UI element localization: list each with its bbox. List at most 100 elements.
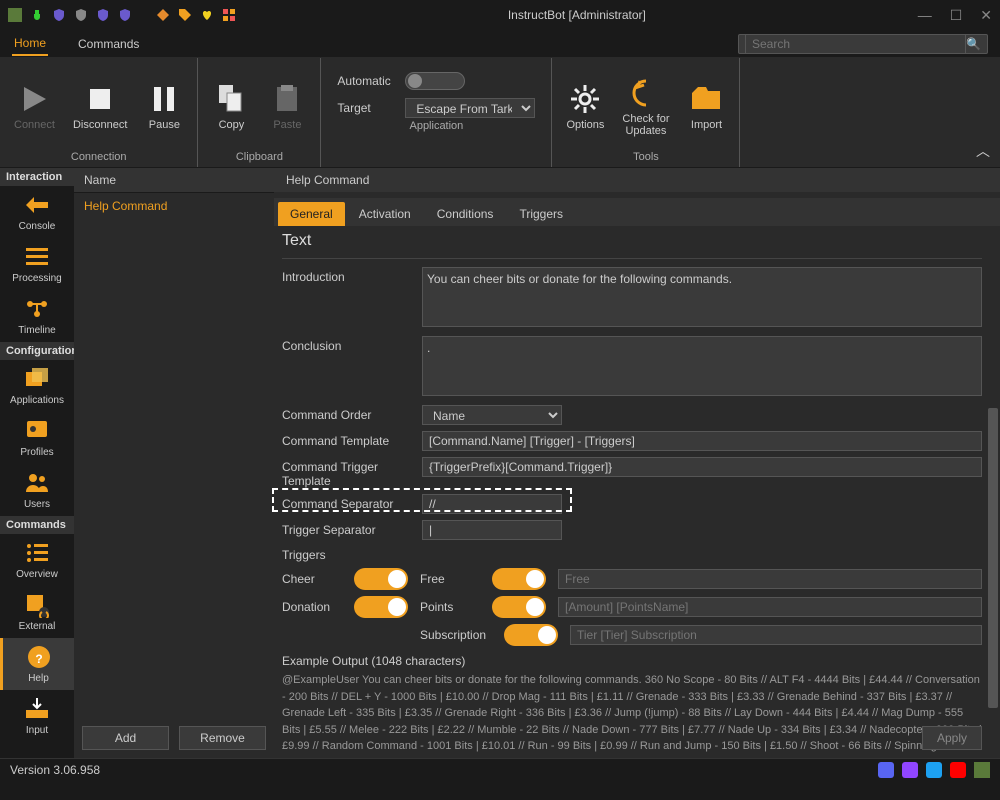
- automatic-toggle[interactable]: [405, 72, 465, 90]
- apply-button[interactable]: Apply: [922, 726, 982, 750]
- check-updates-button[interactable]: Check for Updates: [616, 73, 675, 141]
- subscription-input[interactable]: [570, 625, 982, 645]
- side-section-configuration: Configuration: [0, 342, 74, 360]
- minimize-button[interactable]: —: [918, 7, 932, 24]
- conclusion-input[interactable]: .: [422, 336, 982, 396]
- tab-triggers[interactable]: Triggers: [507, 202, 575, 226]
- list-header-name: Name: [74, 168, 274, 193]
- tab-general[interactable]: General: [278, 202, 345, 226]
- tab-activation[interactable]: Activation: [347, 202, 423, 226]
- points-toggle[interactable]: [492, 596, 546, 618]
- add-button[interactable]: Add: [82, 726, 169, 750]
- automatic-label: Automatic: [337, 74, 397, 88]
- command-order-label: Command Order: [282, 405, 422, 422]
- command-separator-label: Command Separator: [282, 494, 422, 511]
- twitter-icon[interactable]: [926, 762, 942, 778]
- sidebar-item-input[interactable]: Input: [0, 690, 74, 742]
- close-button[interactable]: ✕: [980, 7, 992, 24]
- connect-button[interactable]: Connect: [8, 79, 61, 135]
- example-output-text: @ExampleUser You can cheer bits or donat…: [282, 672, 982, 755]
- status-app-icon: [974, 762, 990, 778]
- command-order-select[interactable]: Name: [422, 405, 562, 425]
- detail-header: Help Command: [274, 168, 1000, 192]
- app-icon: [8, 8, 22, 22]
- free-toggle[interactable]: [492, 568, 546, 590]
- menubar: Home Commands 🔍: [0, 30, 1000, 58]
- tab-home[interactable]: Home: [12, 32, 48, 56]
- search-box[interactable]: 🔍: [738, 34, 988, 54]
- command-trigger-template-input[interactable]: [422, 457, 982, 477]
- options-button[interactable]: Options: [560, 79, 610, 135]
- sidebar-item-users[interactable]: Users: [0, 464, 74, 516]
- free-input[interactable]: [558, 569, 982, 589]
- main-area: Interaction Console Processing Timeline …: [0, 168, 1000, 758]
- disconnect-button[interactable]: Disconnect: [67, 79, 133, 135]
- target-label: Target: [337, 101, 397, 115]
- copy-button[interactable]: Copy: [206, 79, 256, 135]
- remove-button[interactable]: Remove: [179, 726, 266, 750]
- group-clipboard: Clipboard: [236, 151, 283, 163]
- svg-text:?: ?: [35, 652, 42, 666]
- command-template-label: Command Template: [282, 431, 422, 448]
- side-nav: Interaction Console Processing Timeline …: [0, 168, 74, 758]
- donation-toggle[interactable]: [354, 596, 408, 618]
- subscription-toggle[interactable]: [504, 624, 558, 646]
- points-input[interactable]: [558, 597, 982, 617]
- titlebar: InstructBot [Administrator] — ☐ ✕: [0, 0, 1000, 30]
- detail-pane: Help Command General Activation Conditio…: [274, 168, 1000, 758]
- sidebar-item-timeline[interactable]: Timeline: [0, 290, 74, 342]
- twitch-icon[interactable]: [902, 762, 918, 778]
- trigger-separator-label: Trigger Separator: [282, 520, 422, 537]
- command-list-pane: Name Help Command Add Remove: [74, 168, 274, 758]
- command-separator-input[interactable]: [422, 494, 562, 514]
- introduction-input[interactable]: You can cheer bits or donate for the fol…: [422, 267, 982, 327]
- side-section-commands: Commands: [0, 516, 74, 534]
- list-item[interactable]: Help Command: [74, 193, 274, 219]
- plug-icon: [30, 8, 44, 22]
- shield-icon-2: [74, 8, 88, 22]
- group-application: Application: [409, 120, 463, 132]
- titlebar-app-icons: [8, 8, 236, 22]
- free-label: Free: [420, 572, 480, 586]
- command-trigger-template-label: Command Trigger Template: [282, 457, 422, 488]
- search-input[interactable]: [745, 34, 966, 54]
- sidebar-item-processing[interactable]: Processing: [0, 238, 74, 290]
- tab-conditions[interactable]: Conditions: [425, 202, 506, 226]
- sidebar-item-help[interactable]: ? Help: [0, 638, 74, 690]
- pause-button[interactable]: Pause: [139, 79, 189, 135]
- sidebar-item-console[interactable]: Console: [0, 186, 74, 238]
- example-output-label: Example Output (1048 characters): [282, 654, 982, 668]
- discord-icon[interactable]: [878, 762, 894, 778]
- diamond-icon: [156, 8, 170, 22]
- paste-button[interactable]: Paste: [262, 79, 312, 135]
- cheer-toggle[interactable]: [354, 568, 408, 590]
- tab-commands[interactable]: Commands: [76, 33, 141, 55]
- sidebar-item-applications[interactable]: Applications: [0, 360, 74, 412]
- ribbon: Connect Disconnect Pause Connection Copy…: [0, 58, 1000, 168]
- sidebar-item-profiles[interactable]: Profiles: [0, 412, 74, 464]
- shield-icon-1: [52, 8, 66, 22]
- heart-icon: [200, 8, 214, 22]
- conclusion-label: Conclusion: [282, 336, 422, 353]
- import-button[interactable]: Import: [681, 79, 731, 135]
- command-template-input[interactable]: [422, 431, 982, 451]
- subscription-label: Subscription: [420, 628, 492, 642]
- search-icon: 🔍: [966, 37, 981, 51]
- points-label: Points: [420, 600, 480, 614]
- sidebar-item-overview[interactable]: Overview: [0, 534, 74, 586]
- section-text: Text: [282, 226, 982, 259]
- target-select[interactable]: Escape From Tarkov: [405, 98, 535, 118]
- trigger-separator-input[interactable]: [422, 520, 562, 540]
- sidebar-item-external[interactable]: External: [0, 586, 74, 638]
- side-section-interaction: Interaction: [0, 168, 74, 186]
- version-label: Version 3.06.958: [10, 763, 100, 777]
- ribbon-collapse-button[interactable]: ︿: [976, 141, 990, 161]
- maximize-button[interactable]: ☐: [950, 7, 963, 24]
- window-title: InstructBot [Administrator]: [236, 8, 918, 22]
- cheer-label: Cheer: [282, 572, 342, 586]
- introduction-label: Introduction: [282, 267, 422, 284]
- scrollbar-thumb[interactable]: [988, 408, 998, 708]
- shield-icon-4: [118, 8, 132, 22]
- donation-label: Donation: [282, 600, 342, 614]
- youtube-icon[interactable]: [950, 762, 966, 778]
